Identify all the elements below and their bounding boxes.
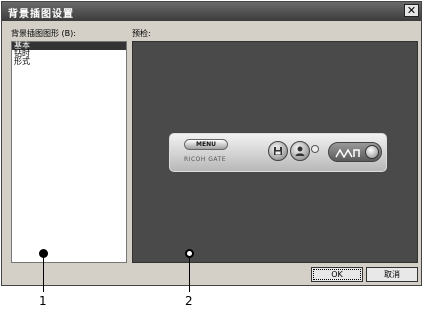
background-image-listbox[interactable]: 基本 钻时 形式	[11, 41, 127, 263]
floppy-disk-icon	[268, 141, 288, 161]
user-icon	[290, 141, 310, 161]
skin-menu-button: MENU	[184, 139, 228, 150]
callout-label-2: 2	[185, 294, 193, 308]
callout-label-1: 1	[39, 294, 47, 308]
status-led-icon	[311, 145, 319, 153]
background-image-list-label: 背景插图图形 (B):	[11, 29, 76, 38]
close-button[interactable]: ✕	[404, 4, 419, 17]
dialog-window: 背景插图设置 ✕ 背景插图图形 (B): 预检: 基本 钻时 形式 MENU R…	[1, 1, 422, 286]
ok-button[interactable]: OK	[311, 267, 363, 282]
cancel-button[interactable]: 取消	[366, 267, 418, 282]
list-item-3[interactable]: 形式	[12, 58, 126, 66]
title-bar: 背景插图设置 ✕	[2, 2, 421, 21]
window-title: 背景插图设置	[8, 9, 74, 20]
preview-area: MENU RICOH GATE	[132, 41, 418, 263]
skin-logo	[328, 142, 382, 162]
preview-label: 预检:	[132, 29, 151, 38]
logo-knob-icon	[365, 145, 379, 159]
preview-skin-bar: MENU RICOH GATE	[169, 133, 387, 172]
callout-line-2	[189, 257, 190, 292]
callout-line-1	[43, 257, 44, 292]
skin-brand-text: RICOH GATE	[184, 156, 227, 163]
